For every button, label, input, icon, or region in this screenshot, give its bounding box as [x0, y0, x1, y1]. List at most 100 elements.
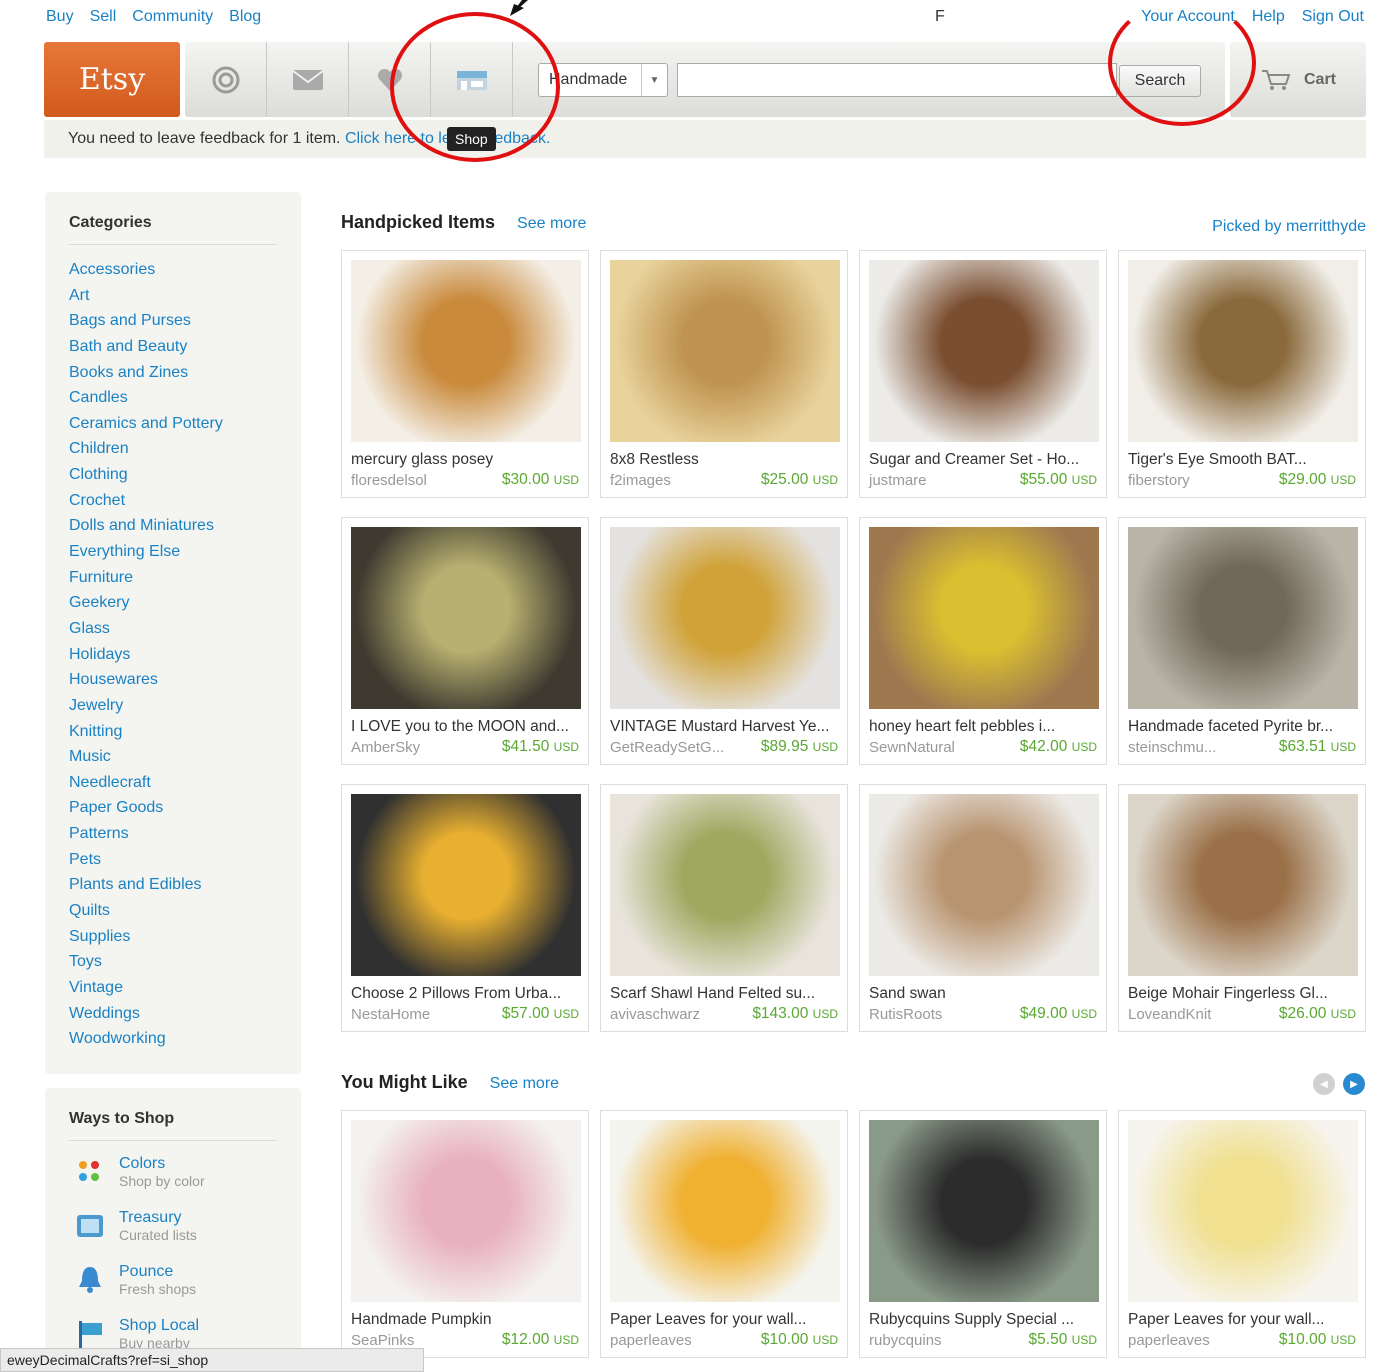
product-image[interactable]: [351, 527, 581, 709]
product-title[interactable]: Tiger's Eye Smooth BAT...: [1128, 451, 1307, 469]
product-title[interactable]: I LOVE you to the MOON and...: [351, 718, 569, 736]
nav-community-link[interactable]: Community: [132, 8, 213, 26]
product-seller[interactable]: steinschmu...: [1128, 739, 1216, 756]
product-card[interactable]: Scarf Shawl Hand Felted su... avivaschwar…: [600, 784, 848, 1032]
product-title[interactable]: Sand swan: [869, 985, 946, 1003]
circle-icon[interactable]: [185, 42, 267, 117]
category-link[interactable]: Pets: [69, 847, 277, 873]
handpicked-see-more-link[interactable]: See more: [517, 215, 586, 233]
help-link[interactable]: Help: [1252, 8, 1285, 26]
category-link[interactable]: Ceramics and Pottery: [69, 411, 277, 437]
product-card[interactable]: honey heart felt pebbles i... SewnNatural…: [859, 517, 1107, 765]
product-seller[interactable]: floresdelsol: [351, 472, 427, 489]
product-title[interactable]: VINTAGE Mustard Harvest Ye...: [610, 718, 829, 736]
category-link[interactable]: Plants and Edibles: [69, 872, 277, 898]
product-seller[interactable]: RutisRoots: [869, 1006, 942, 1023]
product-image[interactable]: [869, 794, 1099, 976]
etsy-logo[interactable]: Etsy: [44, 42, 180, 117]
product-image[interactable]: [1128, 794, 1358, 976]
product-title[interactable]: 8x8 Restless: [610, 451, 699, 469]
product-card[interactable]: Handmade Pumpkin SeaPinks $12.00 USD: [341, 1110, 589, 1358]
product-seller[interactable]: avivaschwarz: [610, 1006, 700, 1023]
product-seller[interactable]: paperleaves: [610, 1332, 692, 1349]
product-card[interactable]: Beige Mohair Fingerless Gl... LoveandKnit…: [1118, 784, 1366, 1032]
search-input[interactable]: [677, 63, 1117, 97]
product-card[interactable]: Sugar and Creamer Set - Ho... justmare $55…: [859, 250, 1107, 498]
product-card[interactable]: Rubycquins Supply Special ... rubycquins $…: [859, 1110, 1107, 1358]
product-title[interactable]: Scarf Shawl Hand Felted su...: [610, 985, 815, 1003]
category-link[interactable]: Paper Goods: [69, 795, 277, 821]
category-link[interactable]: Jewelry: [69, 693, 277, 719]
product-card[interactable]: VINTAGE Mustard Harvest Ye... GetReadySet…: [600, 517, 848, 765]
category-link[interactable]: Vintage: [69, 975, 277, 1001]
product-seller[interactable]: justmare: [869, 472, 927, 489]
might-like-see-more-link[interactable]: See more: [490, 1075, 559, 1093]
product-seller[interactable]: f2images: [610, 472, 671, 489]
product-seller[interactable]: fiberstory: [1128, 472, 1190, 489]
way-treasury[interactable]: Treasury Curated lists: [69, 1209, 277, 1263]
product-seller[interactable]: LoveandKnit: [1128, 1006, 1211, 1023]
product-title[interactable]: honey heart felt pebbles i...: [869, 718, 1055, 736]
product-title[interactable]: Choose 2 Pillows From Urba...: [351, 985, 561, 1003]
product-title[interactable]: Paper Leaves for your wall...: [1128, 1311, 1324, 1329]
product-image[interactable]: [610, 260, 840, 442]
product-image[interactable]: [351, 794, 581, 976]
category-link[interactable]: Books and Zines: [69, 360, 277, 386]
category-link[interactable]: Art: [69, 283, 277, 309]
product-seller[interactable]: GetReadySetG...: [610, 739, 724, 756]
category-link[interactable]: Knitting: [69, 719, 277, 745]
product-card[interactable]: 8x8 Restless f2images $25.00 USD: [600, 250, 848, 498]
product-card[interactable]: Sand swan RutisRoots $49.00 USD: [859, 784, 1107, 1032]
product-image[interactable]: [869, 260, 1099, 442]
product-card[interactable]: Choose 2 Pillows From Urba... NestaHome $5…: [341, 784, 589, 1032]
product-card[interactable]: mercury glass posey floresdelsol $30.00 US…: [341, 250, 589, 498]
product-card[interactable]: Paper Leaves for your wall... paperleaves…: [600, 1110, 848, 1358]
category-link[interactable]: Dolls and Miniatures: [69, 513, 277, 539]
product-title[interactable]: mercury glass posey: [351, 451, 493, 469]
next-arrow-icon[interactable]: ▶: [1343, 1073, 1365, 1095]
product-image[interactable]: [351, 260, 581, 442]
category-link[interactable]: Glass: [69, 616, 277, 642]
category-link[interactable]: Bags and Purses: [69, 308, 277, 334]
nav-blog-link[interactable]: Blog: [229, 8, 261, 26]
nav-buy-link[interactable]: Buy: [46, 8, 74, 26]
product-image[interactable]: [351, 1120, 581, 1302]
category-link[interactable]: Weddings: [69, 1001, 277, 1027]
category-link[interactable]: Needlecraft: [69, 770, 277, 796]
category-link[interactable]: Bath and Beauty: [69, 334, 277, 360]
product-seller[interactable]: rubycquins: [869, 1332, 942, 1349]
category-link[interactable]: Clothing: [69, 462, 277, 488]
product-title[interactable]: Sugar and Creamer Set - Ho...: [869, 451, 1079, 469]
picked-by-link[interactable]: Picked by merritthyde: [1212, 218, 1366, 236]
category-link[interactable]: Geekery: [69, 590, 277, 616]
product-seller[interactable]: paperleaves: [1128, 1332, 1210, 1349]
product-card[interactable]: Tiger's Eye Smooth BAT... fiberstory $29.0…: [1118, 250, 1366, 498]
product-seller[interactable]: SeaPinks: [351, 1332, 414, 1349]
product-image[interactable]: [1128, 260, 1358, 442]
way-colors[interactable]: Colors Shop by color: [69, 1155, 277, 1209]
category-link[interactable]: Toys: [69, 949, 277, 975]
product-seller[interactable]: SewnNatural: [869, 739, 955, 756]
product-image[interactable]: [869, 1120, 1099, 1302]
product-image[interactable]: [610, 794, 840, 976]
category-link[interactable]: Furniture: [69, 565, 277, 591]
product-card[interactable]: I LOVE you to the MOON and... AmberSky $41…: [341, 517, 589, 765]
product-title[interactable]: Handmade Pumpkin: [351, 1311, 491, 1329]
product-card[interactable]: Paper Leaves for your wall... paperleaves…: [1118, 1110, 1366, 1358]
mail-icon[interactable]: [267, 42, 349, 117]
category-link[interactable]: Quilts: [69, 898, 277, 924]
category-link[interactable]: Housewares: [69, 667, 277, 693]
prev-arrow-icon[interactable]: ◀: [1313, 1073, 1335, 1095]
category-link[interactable]: Patterns: [69, 821, 277, 847]
category-link[interactable]: Children: [69, 436, 277, 462]
category-link[interactable]: Holidays: [69, 642, 277, 668]
category-link[interactable]: Woodworking: [69, 1026, 277, 1052]
category-link[interactable]: Supplies: [69, 924, 277, 950]
product-image[interactable]: [1128, 527, 1358, 709]
way-pounce[interactable]: Pounce Fresh shops: [69, 1263, 277, 1317]
category-link[interactable]: Crochet: [69, 488, 277, 514]
product-seller[interactable]: NestaHome: [351, 1006, 430, 1023]
product-image[interactable]: [610, 1120, 840, 1302]
product-title[interactable]: Handmade faceted Pyrite br...: [1128, 718, 1333, 736]
product-image[interactable]: [869, 527, 1099, 709]
